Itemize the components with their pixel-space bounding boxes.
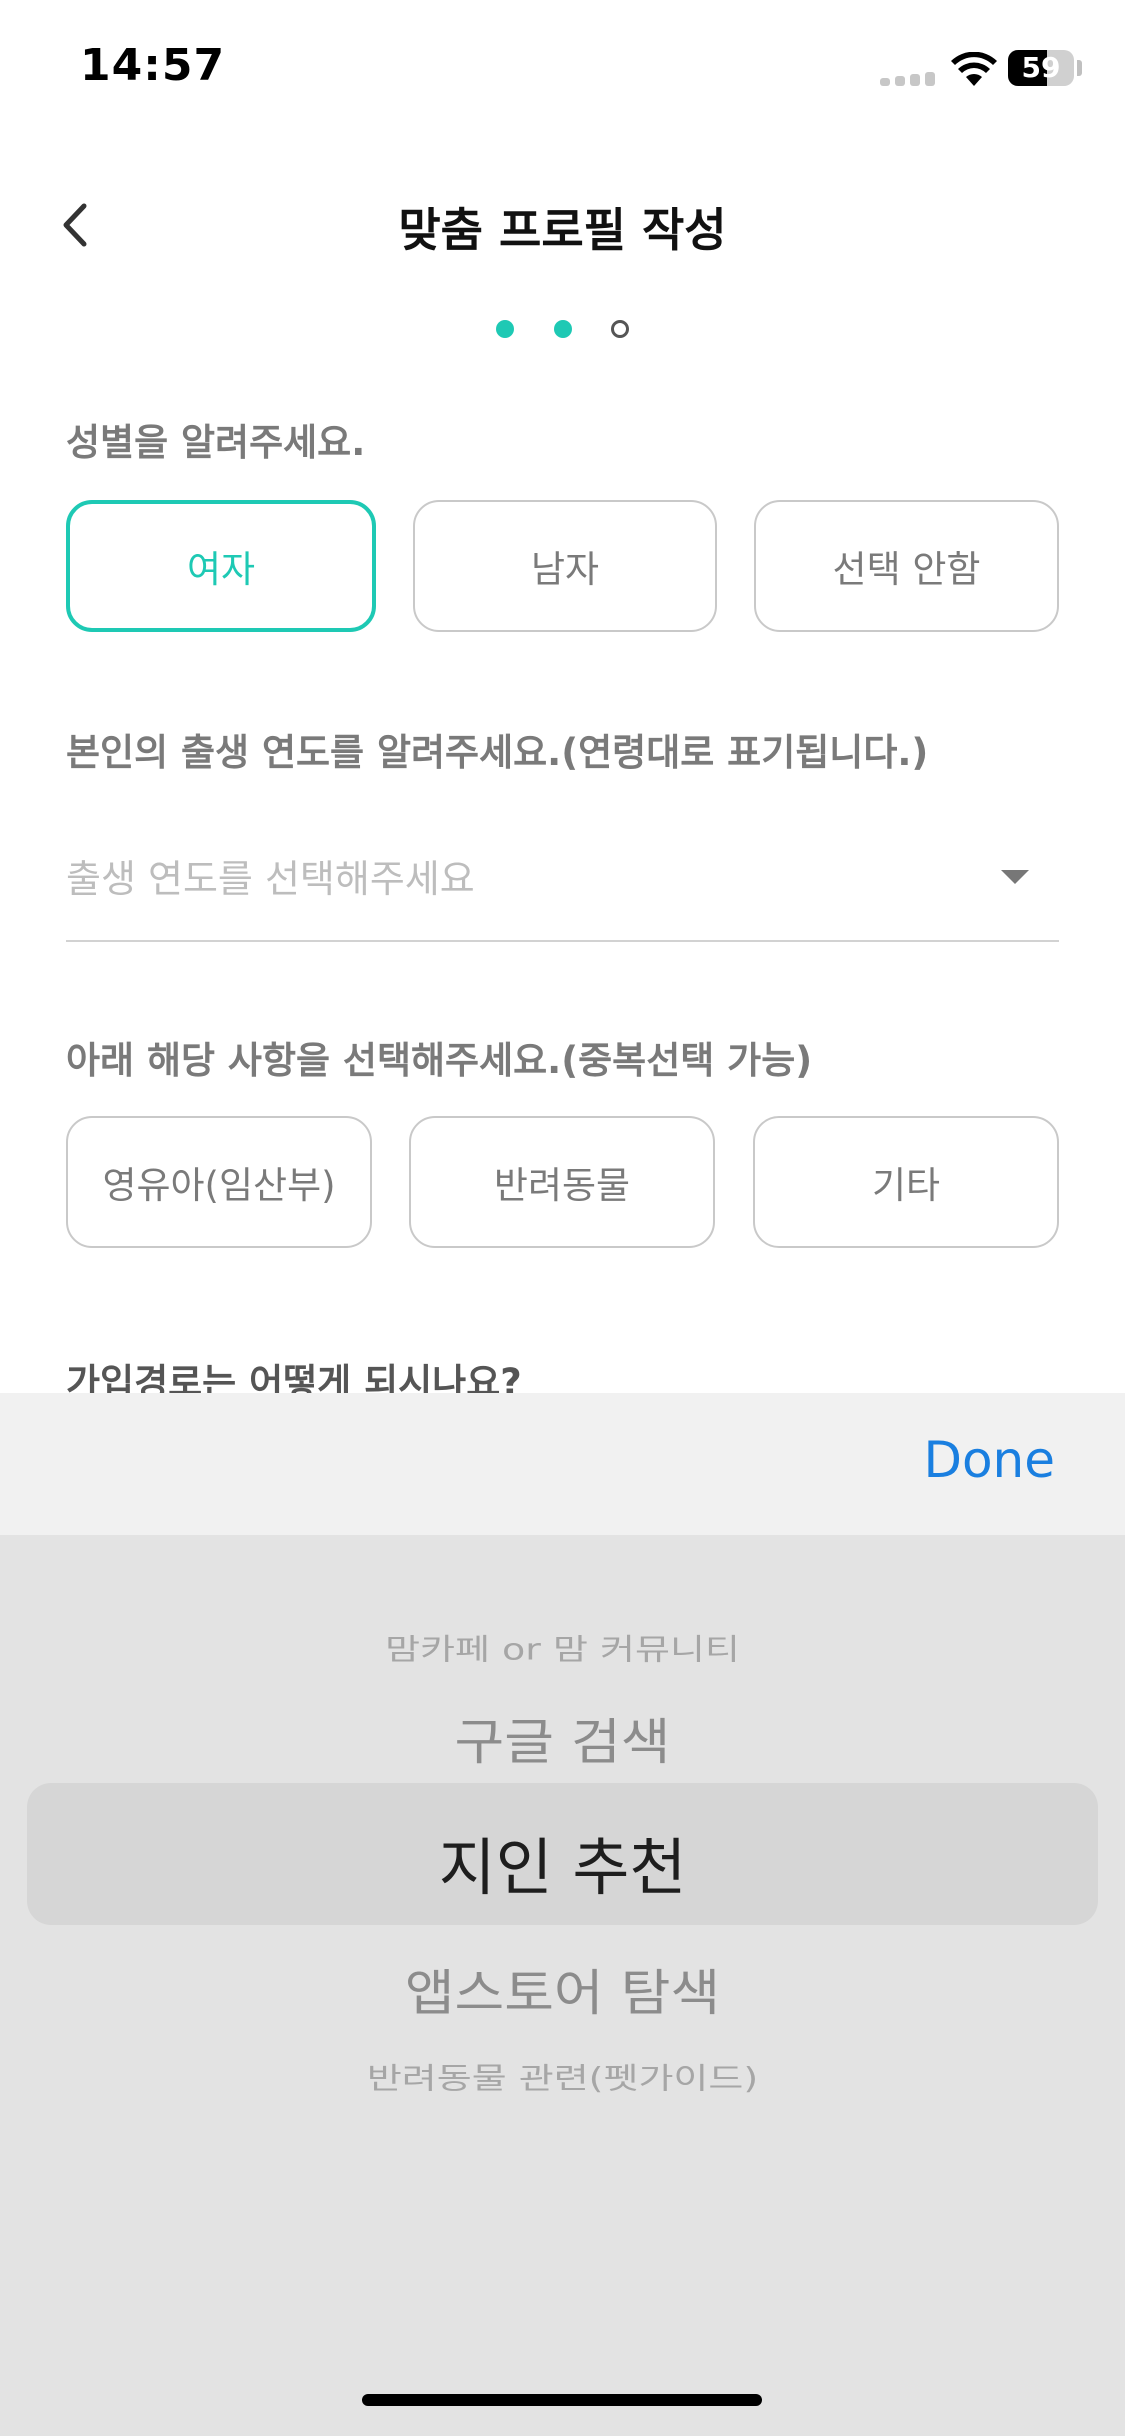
picker-item[interactable]: 맘카페 or 맘 커뮤니티: [0, 1625, 1125, 1668]
picker-item[interactable]: 구글 검색: [0, 1701, 1125, 1774]
page-title: 맞춤 프로필 작성: [398, 203, 727, 257]
picker-toolbar: Done: [0, 1393, 1125, 1535]
page-dot-1: [496, 320, 515, 338]
birth-year-placeholder: 출생 연도를 선택해주세요: [66, 857, 475, 901]
status-bar: 14:57 59: [0, 0, 1125, 140]
picker-item-selected[interactable]: 지인 추천: [0, 1817, 1125, 1907]
picker-item[interactable]: 반려동물 관련(펫가이드): [0, 2054, 1125, 2097]
picker-sheet: Done 맘카페 or 맘 커뮤니티 구글 검색 지인 추천 앱스토어 탐색 반…: [0, 1393, 1125, 2436]
page-dot-3: [610, 320, 629, 338]
wifi-icon: [951, 52, 997, 86]
caret-down-icon: [1001, 870, 1029, 884]
gender-section-label: 성별을 알려주세요.: [66, 421, 366, 464]
page-dot-2: [553, 320, 572, 338]
birth-year-section-label: 본인의 출생 연도를 알려주세요.(연령대로 표기됩니다.): [66, 731, 929, 774]
category-option-other[interactable]: 기타: [753, 1116, 1059, 1248]
done-button[interactable]: Done: [923, 1431, 1055, 1489]
battery-level: 59: [1021, 51, 1061, 84]
home-indicator[interactable]: [362, 2394, 762, 2406]
page-indicator: [0, 320, 1125, 344]
status-time: 14:57: [80, 40, 226, 91]
gender-option-none[interactable]: 선택 안함: [754, 500, 1059, 632]
gender-options: 여자 남자 선택 안함: [66, 500, 1059, 632]
battery-tip: [1077, 60, 1082, 76]
category-option-infant[interactable]: 영유아(임산부): [66, 1116, 372, 1248]
nav-header: 맞춤 프로필 작성: [0, 180, 1125, 270]
category-section-label: 아래 해당 사항을 선택해주세요.(중복선택 가능): [66, 1039, 813, 1082]
gender-option-male[interactable]: 남자: [413, 500, 717, 632]
birth-year-select[interactable]: 출생 연도를 선택해주세요: [66, 830, 1059, 942]
gender-option-female[interactable]: 여자: [66, 500, 376, 632]
category-options: 영유아(임산부) 반려동물 기타: [66, 1116, 1059, 1248]
picker-wheel[interactable]: 맘카페 or 맘 커뮤니티 구글 검색 지인 추천 앱스토어 탐색 반려동물 관…: [0, 1535, 1125, 2135]
cellular-signal-icon: [880, 72, 936, 86]
category-option-pet[interactable]: 반려동물: [409, 1116, 715, 1248]
picker-item[interactable]: 앱스토어 탐색: [0, 1952, 1125, 2025]
battery-icon: 59: [1008, 50, 1074, 86]
